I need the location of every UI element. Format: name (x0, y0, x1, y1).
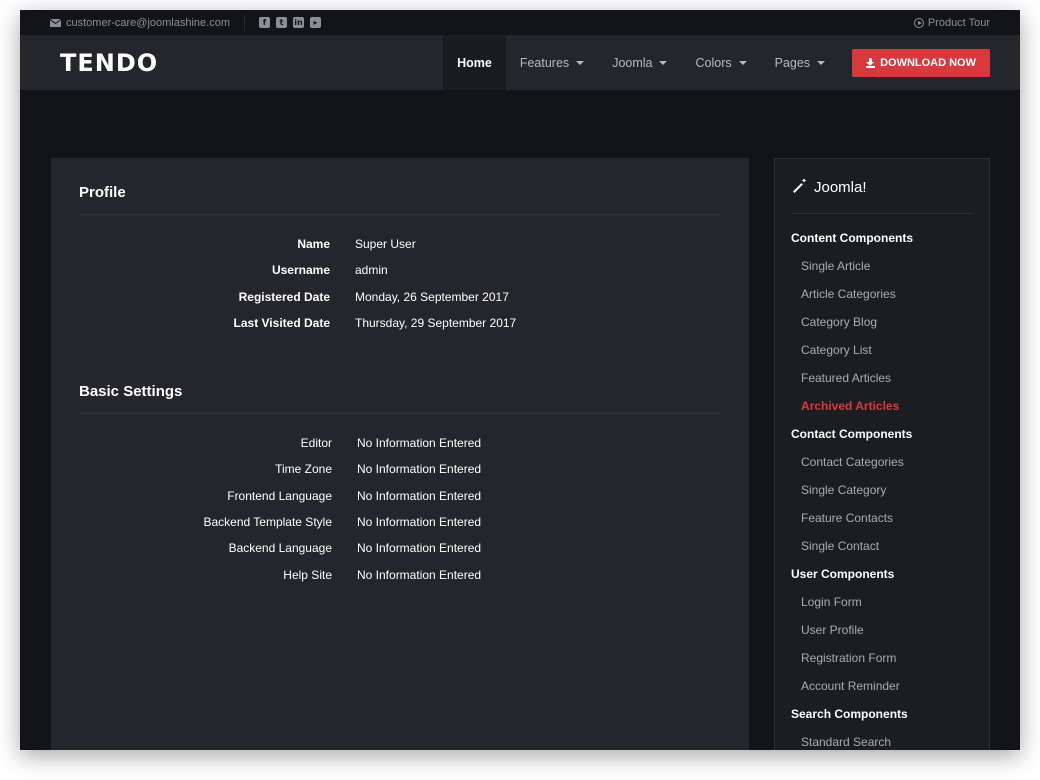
sidebar-item-archived-articles[interactable]: Archived Articles (791, 399, 973, 427)
field-value: No Information Entered (357, 567, 482, 582)
settings-row: Help Site No Information Entered (79, 568, 721, 594)
download-now-button[interactable]: DOWNLOAD NOW (852, 48, 990, 77)
nav-home[interactable]: Home (443, 35, 506, 90)
sidebar-group-search: Search Components (791, 707, 908, 721)
sidebar-item-contact-categories[interactable]: Contact Categories (791, 455, 973, 483)
field-value: No Information Entered (357, 541, 482, 556)
sidebar-header: Joomla! (791, 177, 973, 214)
field-value: admin (355, 263, 388, 278)
field-label: Name (297, 237, 330, 251)
nav-colors-label: Colors (695, 55, 732, 70)
nav-joomla[interactable]: Joomla (598, 35, 681, 90)
profile-panel: Profile Name Super User Username admin R… (51, 158, 749, 750)
settings-row: Frontend Language No Information Entered (79, 489, 721, 515)
sidebar-group-contact: Contact Components (791, 427, 913, 441)
nav-home-label: Home (457, 55, 492, 70)
product-tour-label: Product Tour (927, 16, 990, 29)
contact-email[interactable]: customer-care@joomlashine.com (50, 17, 230, 29)
sidebar-group-content: Content Components (791, 231, 913, 245)
field-label: Registered Date (238, 289, 330, 304)
sidebar-item-registration-form[interactable]: Registration Form (791, 651, 973, 679)
twitter-icon[interactable]: t (276, 17, 288, 28)
social-links: f t in ▸ (259, 17, 322, 28)
field-label: Time Zone (275, 462, 332, 477)
nav-pages[interactable]: Pages (761, 35, 839, 90)
magic-wand-icon (791, 177, 807, 195)
sidebar-item-category-list[interactable]: Category List (791, 343, 973, 371)
sidebar-item-category-blog[interactable]: Category Blog (791, 315, 973, 343)
caret-down-icon (817, 60, 826, 65)
caret-down-icon (659, 60, 668, 65)
sidebar-item-login-form[interactable]: Login Form (791, 595, 973, 623)
settings-row: Backend Template Style No Information En… (79, 515, 721, 541)
sidebar-item-featured-articles[interactable]: Featured Articles (791, 371, 973, 399)
profile-title: Profile (79, 184, 721, 215)
divider (244, 14, 246, 31)
settings-row: Backend Language No Information Entered (79, 541, 721, 567)
download-label: DOWNLOAD NOW (880, 56, 976, 69)
nav-colors[interactable]: Colors (681, 35, 760, 90)
sidebar-item-single-article[interactable]: Single Article (791, 259, 973, 287)
top-bar: customer-care@joomlashine.com f t in ▸ P… (20, 10, 1020, 35)
sidebar-group-user: User Components (791, 567, 895, 581)
caret-down-icon (738, 60, 747, 65)
field-label: Frontend Language (227, 488, 332, 503)
sidebar-item-user-profile[interactable]: User Profile (791, 623, 973, 651)
field-label: Backend Language (228, 541, 332, 556)
nav-features[interactable]: Features (506, 35, 598, 90)
site-logo[interactable]: TENDO (60, 49, 158, 77)
main-navbar: TENDO Home Features Joomla Colors Pages (20, 35, 1020, 90)
field-value: Thursday, 29 September 2017 (355, 315, 517, 330)
field-label: Editor (300, 436, 332, 451)
field-value: No Information Entered (357, 436, 482, 451)
youtube-icon[interactable]: ▸ (310, 17, 322, 28)
main-menu: Home Features Joomla Colors Pages DOWNLO… (443, 35, 990, 90)
nav-joomla-label: Joomla (612, 55, 653, 70)
joomla-sidebar: Joomla! Content Components Single Articl… (774, 158, 990, 750)
sidebar-item-single-contact[interactable]: Single Contact (791, 539, 973, 567)
profile-row: Username admin (79, 263, 721, 289)
field-value: No Information Entered (357, 488, 482, 503)
envelope-icon (50, 18, 61, 27)
field-value: Super User (355, 237, 416, 251)
play-circle-icon (913, 17, 924, 28)
field-value: No Information Entered (357, 515, 482, 530)
sidebar-item-single-category[interactable]: Single Category (791, 483, 973, 511)
download-icon (866, 57, 876, 68)
field-label: Help Site (283, 567, 332, 582)
sidebar-item-article-categories[interactable]: Article Categories (791, 287, 973, 315)
field-label: Last Visited Date (233, 315, 330, 330)
nav-features-label: Features (519, 55, 570, 70)
basic-settings-title: Basic Settings (79, 383, 721, 415)
field-value: Monday, 26 September 2017 (355, 289, 509, 304)
settings-details: Editor No Information Entered Time Zone … (79, 436, 721, 594)
sidebar-title: Joomla! (814, 179, 867, 196)
caret-down-icon (576, 60, 585, 65)
profile-row: Last Visited Date Thursday, 29 September… (79, 316, 721, 342)
browser-window: customer-care@joomlashine.com f t in ▸ P… (20, 10, 1020, 750)
linkedin-icon[interactable]: in (293, 17, 305, 28)
field-label: Backend Template Style (203, 515, 332, 530)
sidebar-item-account-reminder[interactable]: Account Reminder (791, 679, 973, 707)
field-value: No Information Entered (357, 462, 482, 477)
profile-row: Registered Date Monday, 26 September 201… (79, 290, 721, 316)
email-text: customer-care@joomlashine.com (66, 16, 231, 29)
facebook-icon[interactable]: f (259, 17, 271, 28)
field-label: Username (271, 263, 330, 278)
nav-pages-label: Pages (774, 55, 811, 70)
sidebar-item-feature-contacts[interactable]: Feature Contacts (791, 511, 973, 539)
sidebar-menu: Content Components Single Article Articl… (791, 231, 973, 750)
settings-row: Time Zone No Information Entered (79, 462, 721, 488)
product-tour-link[interactable]: Product Tour (913, 16, 990, 29)
profile-row: Name Super User (79, 237, 721, 263)
settings-row: Editor No Information Entered (79, 436, 721, 462)
sidebar-item-standard-search[interactable]: Standard Search (791, 735, 973, 750)
profile-details: Name Super User Username admin Registere… (79, 237, 721, 342)
